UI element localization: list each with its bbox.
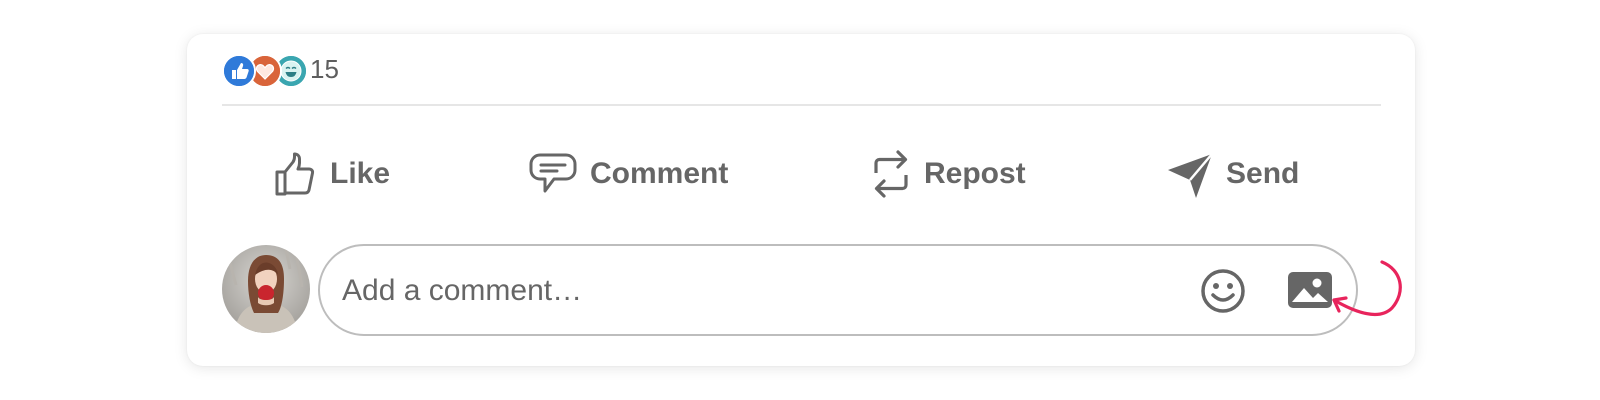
reaction-count: 15 (310, 53, 339, 84)
comment-button[interactable]: Comment (528, 138, 728, 210)
like-label: Like (330, 157, 391, 190)
comment-box (318, 244, 1358, 336)
emoji-button[interactable] (1200, 268, 1246, 314)
thumbs-up-icon (274, 150, 318, 198)
like-reaction-icon (222, 54, 256, 88)
comment-label: Comment (590, 157, 729, 190)
image-icon (1288, 272, 1332, 308)
repost-button[interactable]: Repost (870, 138, 1026, 210)
speech-bubble-icon (528, 152, 578, 196)
post-footer-card: 15 Like Comment Repost Send Add a commen… (187, 34, 1415, 366)
comment-composer (222, 244, 1362, 336)
paper-plane-icon (1166, 150, 1214, 198)
like-button[interactable]: Like (274, 138, 390, 210)
action-bar: Like Comment Repost Send (222, 138, 1381, 210)
avatar[interactable] (222, 245, 310, 333)
repost-arrows-icon (870, 147, 912, 201)
reactions-summary[interactable]: 15 (222, 52, 339, 88)
stage: 15 Like Comment Repost Send Add a commen… (0, 0, 1600, 400)
comment-input[interactable] (342, 268, 1162, 314)
smiley-icon (1201, 269, 1245, 313)
divider (222, 104, 1381, 106)
send-label: Send (1226, 157, 1300, 190)
image-button[interactable] (1286, 270, 1334, 310)
send-button[interactable]: Send (1166, 138, 1299, 210)
repost-label: Repost (924, 157, 1026, 190)
reaction-icons (222, 52, 308, 88)
